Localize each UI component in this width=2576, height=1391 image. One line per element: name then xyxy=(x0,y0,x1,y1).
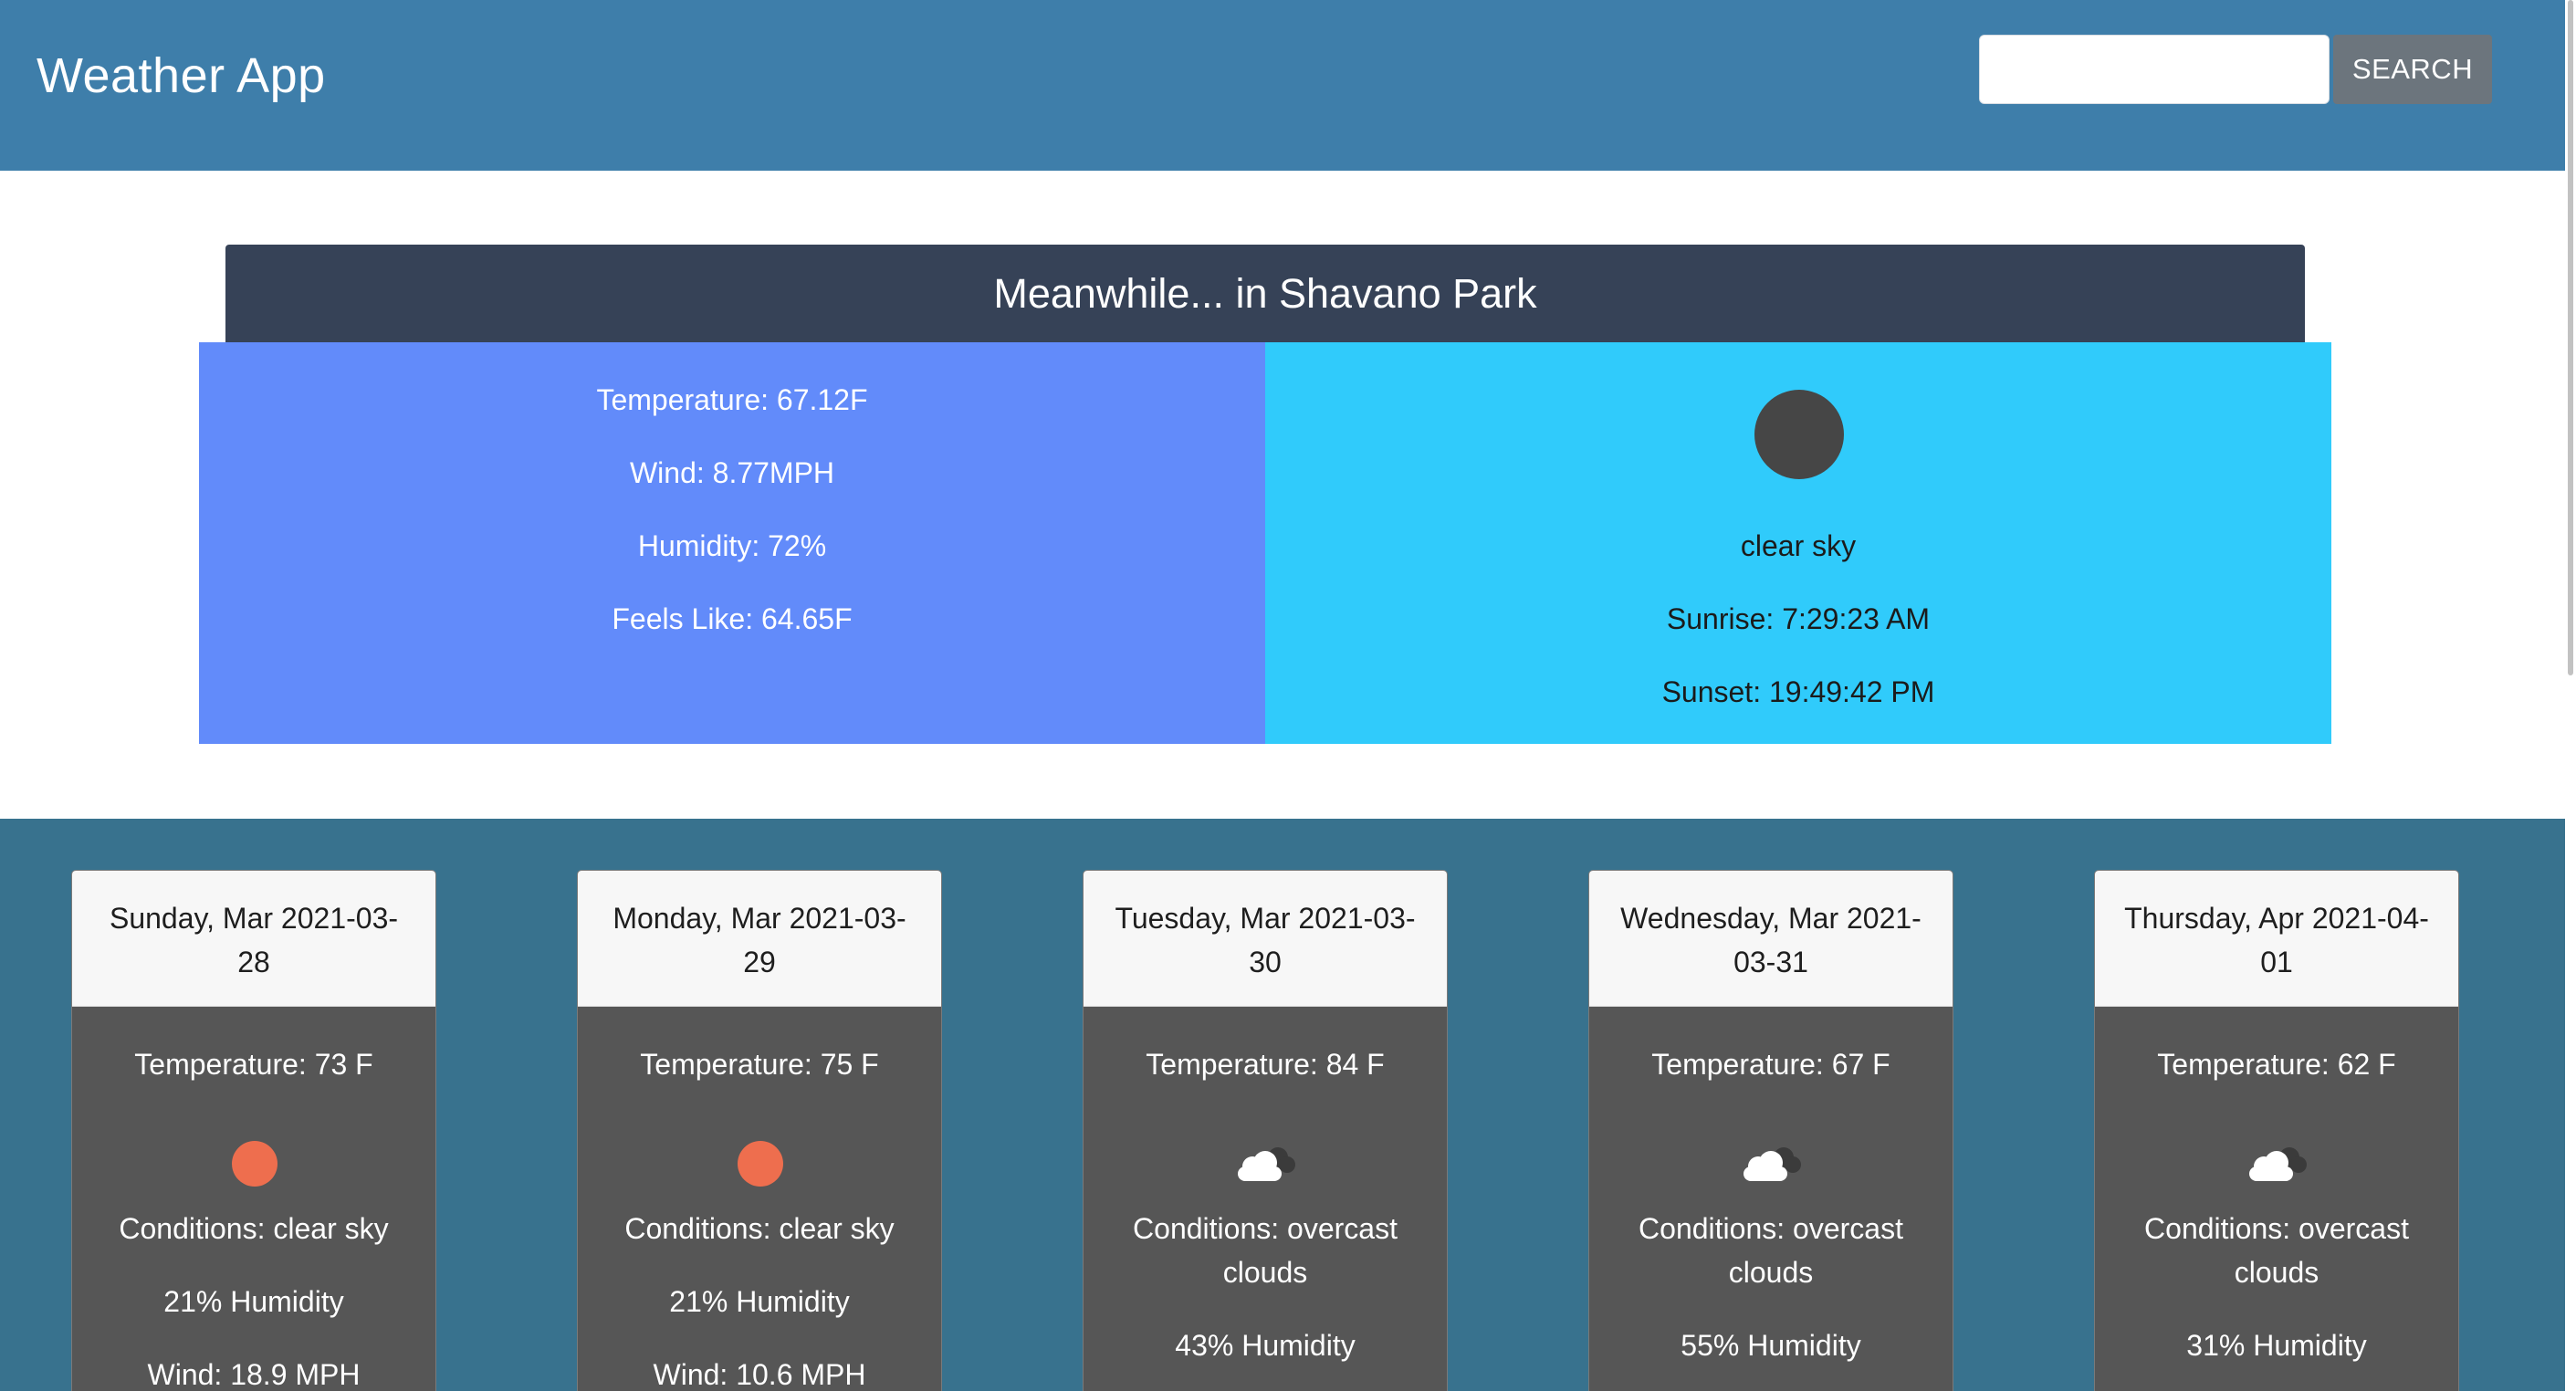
current-conditions: clear sky xyxy=(1740,529,1857,562)
forecast-card-header: Sunday, Mar 2021-03-28 xyxy=(72,871,435,1007)
forecast-card-header: Monday, Mar 2021-03-29 xyxy=(578,871,941,1007)
forecast-card: Monday, Mar 2021-03-29 Temperature: 75 F… xyxy=(577,870,942,1391)
current-stats-panel: Temperature: 67.12F Wind: 8.77MPH Humidi… xyxy=(199,342,1265,744)
forecast-temperature: Temperature: 73 F xyxy=(134,1048,373,1081)
forecast-card-header: Tuesday, Mar 2021-03-30 xyxy=(1084,871,1447,1007)
cloud-icon xyxy=(1238,1147,1295,1181)
forecast-date: Tuesday, Mar 2021-03-30 xyxy=(1115,902,1416,978)
forecast-conditions: Conditions: overcast clouds xyxy=(1133,1212,1398,1289)
current-humidity: Humidity: 72% xyxy=(637,529,827,562)
forecast-conditions: Conditions: overcast clouds xyxy=(1639,1212,1903,1289)
scrollbar-thumb[interactable] xyxy=(2568,0,2573,675)
forecast-humidity: 21% Humidity xyxy=(163,1285,344,1318)
current-sunrise: Sunrise: 7:29:23 AM xyxy=(1666,602,1931,635)
forecast-card-header: Wednesday, Mar 2021-03-31 xyxy=(1589,871,1953,1007)
forecast-temperature: Temperature: 67 F xyxy=(1651,1048,1890,1081)
forecast-date: Thursday, Apr 2021-04-01 xyxy=(2124,902,2429,978)
sun-icon xyxy=(232,1141,277,1187)
forecast-card: Thursday, Apr 2021-04-01 Temperature: 62… xyxy=(2094,870,2459,1391)
forecast-temperature: Temperature: 75 F xyxy=(640,1048,879,1081)
forecast-date: Wednesday, Mar 2021-03-31 xyxy=(1620,902,1922,978)
navbar: Weather App SEARCH xyxy=(0,0,2565,171)
forecast-humidity: 31% Humidity xyxy=(2186,1329,2367,1362)
current-wind: Wind: 8.77MPH xyxy=(629,456,835,489)
cloud-icon xyxy=(1744,1147,1801,1181)
search-button[interactable]: SEARCH xyxy=(2333,35,2492,104)
current-sunset: Sunset: 19:49:42 PM xyxy=(1661,675,1935,708)
forecast-wind: Wind: 10.6 MPH xyxy=(653,1358,866,1391)
forecast-conditions: Conditions: clear sky xyxy=(119,1212,389,1245)
current-weather-heading: Meanwhile... in Shavano Park xyxy=(225,245,2305,343)
current-conditions-panel: clear sky Sunrise: 7:29:23 AM Sunset: 19… xyxy=(1265,342,2331,744)
forecast-temperature: Temperature: 62 F xyxy=(2157,1048,2396,1081)
search-input[interactable] xyxy=(1979,35,2330,104)
cloud-icon xyxy=(2249,1147,2307,1181)
current-temperature: Temperature: 67.12F xyxy=(596,383,868,416)
forecast-card: Tuesday, Mar 2021-03-30 Temperature: 84 … xyxy=(1083,870,1448,1391)
forecast-humidity: 55% Humidity xyxy=(1681,1329,1861,1362)
forecast-card: Wednesday, Mar 2021-03-31 Temperature: 6… xyxy=(1588,870,1953,1391)
forecast-humidity: 43% Humidity xyxy=(1175,1329,1356,1362)
forecast-date: Sunday, Mar 2021-03-28 xyxy=(109,902,399,978)
forecast-humidity: 21% Humidity xyxy=(669,1285,850,1318)
forecast-temperature: Temperature: 84 F xyxy=(1146,1048,1385,1081)
forecast-date: Monday, Mar 2021-03-29 xyxy=(613,902,906,978)
forecast-conditions: Conditions: overcast clouds xyxy=(2144,1212,2409,1289)
forecast-card-header: Thursday, Apr 2021-04-01 xyxy=(2095,871,2458,1007)
sun-icon xyxy=(738,1141,783,1187)
forecast-wind: Wind: 18.9 MPH xyxy=(147,1358,361,1391)
app-title[interactable]: Weather App xyxy=(37,47,326,104)
current-feels-like: Feels Like: 64.65F xyxy=(612,602,853,635)
moon-icon xyxy=(1754,390,1844,479)
forecast-conditions: Conditions: clear sky xyxy=(624,1212,895,1245)
forecast-card: Sunday, Mar 2021-03-28 Temperature: 73 F… xyxy=(71,870,436,1391)
